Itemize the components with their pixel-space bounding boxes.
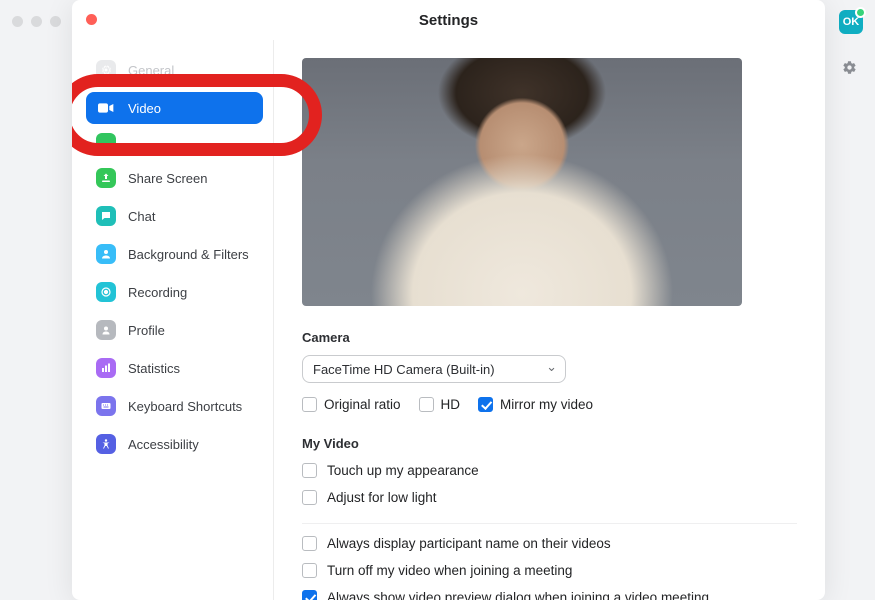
gear-icon[interactable] [842,60,857,75]
sidebar-item-label: Profile [128,323,165,338]
video-icon [96,98,116,118]
low-light-label: Adjust for low light [327,490,437,505]
record-icon [96,282,116,302]
hd-label: HD [441,397,461,412]
bars-icon [96,358,116,378]
turn-off-video-label: Turn off my video when joining a meeting [327,563,572,578]
chat-icon [96,206,116,226]
audio-icon [96,133,116,153]
sidebar-item-label: General [128,63,174,78]
sidebar-item-label: Statistics [128,361,180,376]
mac-traffic-lights [12,16,61,27]
original-ratio-checkbox[interactable] [302,397,317,412]
sidebar-item-video[interactable]: Video [86,92,263,124]
mirror-label: Mirror my video [500,397,593,412]
sidebar-item-keyboard-shortcuts[interactable]: Keyboard Shortcuts [86,390,263,422]
display-name-label: Always display participant name on their… [327,536,611,551]
sidebar-item-accessibility[interactable]: Accessibility [86,428,263,460]
person-icon [96,244,116,264]
hd-checkbox[interactable] [419,397,434,412]
video-preview-checkbox[interactable] [302,590,317,600]
camera-section-label: Camera [302,330,797,345]
gear-icon [96,60,116,80]
sidebar-item-label: Background & Filters [128,247,249,262]
original-ratio-label: Original ratio [324,397,401,412]
accessibility-icon [96,434,116,454]
sidebar-item-general[interactable]: General [86,54,263,86]
turn-off-video-checkbox[interactable] [302,563,317,578]
sidebar-item-label: Share Screen [128,171,208,186]
sidebar-item-label: Video [128,101,161,116]
sidebar-item-share-screen[interactable]: Share Screen [86,162,263,194]
window-title: Settings [419,12,478,29]
settings-content: Camera FaceTime HD Camera (Built-in) Ori… [274,40,825,600]
sidebar-item-background-filters[interactable]: Background & Filters [86,238,263,270]
sidebar-item-audio[interactable] [86,130,263,156]
settings-sidebar: General Video Share Screen [72,40,274,600]
sidebar-item-label: Recording [128,285,187,300]
titlebar: Settings [72,0,825,40]
sidebar-item-label: Accessibility [128,437,199,452]
camera-preview [302,58,742,306]
keyboard-icon [96,396,116,416]
touch-up-label: Touch up my appearance [327,463,479,478]
profile-icon [96,320,116,340]
sidebar-item-label: Chat [128,209,155,224]
divider [302,523,797,524]
user-avatar-badge[interactable]: OK [839,10,863,34]
sidebar-item-statistics[interactable]: Statistics [86,352,263,384]
my-video-section-label: My Video [302,436,797,451]
close-icon[interactable] [86,14,97,25]
camera-select[interactable]: FaceTime HD Camera (Built-in) [302,355,566,383]
sidebar-item-profile[interactable]: Profile [86,314,263,346]
settings-window: Settings General Video [72,0,825,600]
video-preview-label: Always show video preview dialog when jo… [327,590,709,600]
sidebar-item-label: Keyboard Shortcuts [128,399,242,414]
sidebar-item-recording[interactable]: Recording [86,276,263,308]
sidebar-item-chat[interactable]: Chat [86,200,263,232]
mirror-checkbox[interactable] [478,397,493,412]
low-light-checkbox[interactable] [302,490,317,505]
display-name-checkbox[interactable] [302,536,317,551]
share-screen-icon [96,168,116,188]
touch-up-checkbox[interactable] [302,463,317,478]
